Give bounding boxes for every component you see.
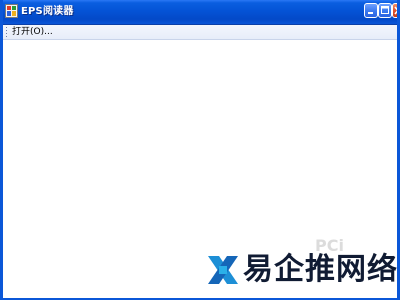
menu-bar: 打开(O)... xyxy=(3,25,397,40)
minimize-button[interactable] xyxy=(364,3,378,18)
watermark-logo-icon xyxy=(208,256,238,284)
maximize-icon xyxy=(381,6,389,14)
maximize-button[interactable] xyxy=(378,3,392,18)
watermark-text: 易企推网络 xyxy=(243,252,398,287)
toolbar-grip-icon[interactable] xyxy=(5,27,8,37)
window-title: EPS阅读器 xyxy=(21,6,74,17)
app-icon[interactable] xyxy=(5,4,18,18)
close-icon xyxy=(394,6,397,15)
close-button[interactable] xyxy=(392,3,397,18)
title-bar[interactable]: EPS阅读器 xyxy=(3,0,397,25)
watermark: PCi 易企推网络 xyxy=(205,236,400,290)
menu-item-open[interactable]: 打开(O)... xyxy=(10,26,55,38)
minimize-icon xyxy=(368,12,373,14)
